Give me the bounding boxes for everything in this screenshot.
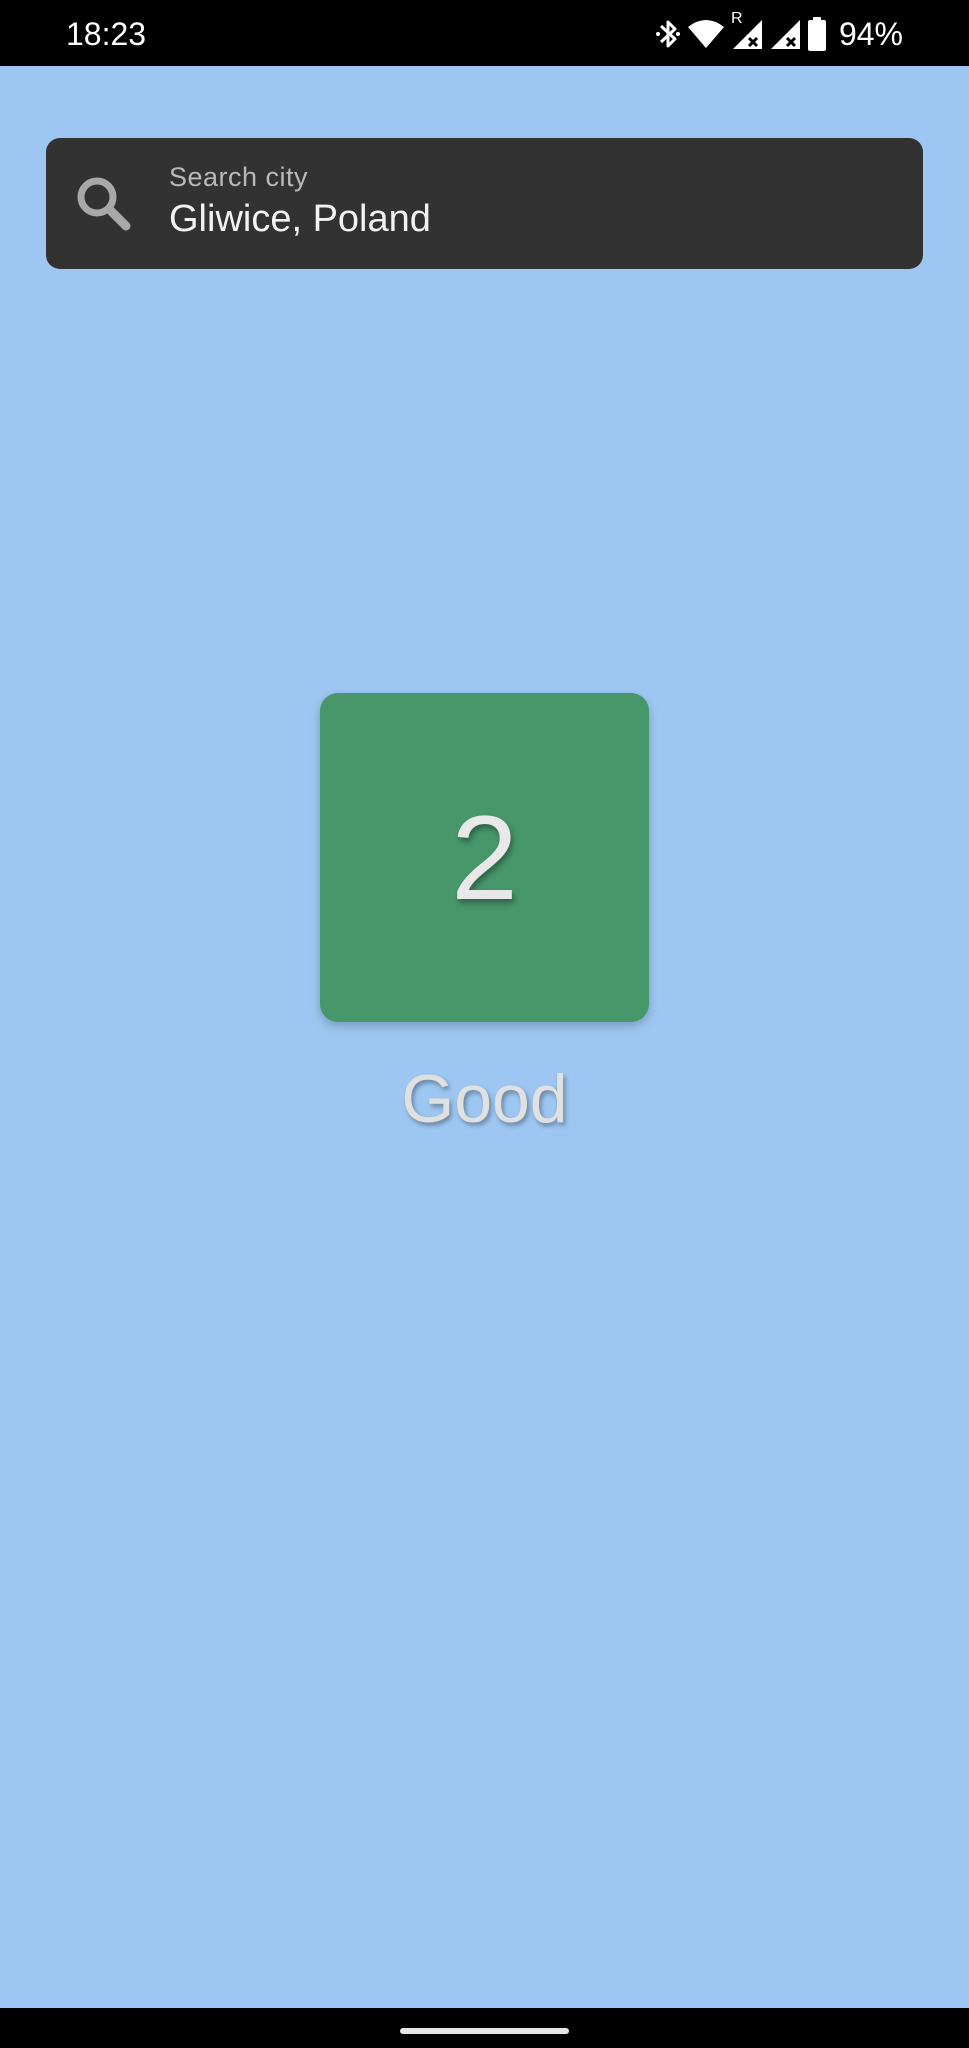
battery-icon (807, 17, 827, 51)
cellular-signal-icon (769, 18, 801, 50)
roaming-indicator: R (730, 10, 743, 27)
bluetooth-icon (655, 17, 681, 51)
status-icons: R 94% (655, 10, 903, 54)
status-time: 18:23 (66, 16, 147, 52)
home-gesture-handle[interactable] (400, 2028, 569, 2034)
search-icon[interactable] (72, 172, 134, 234)
battery-percentage: 94% (838, 16, 903, 52)
status-bar: 18:23 R 94% (0, 0, 969, 66)
aqi-value: 2 (451, 790, 518, 925)
wifi-icon (687, 19, 725, 49)
aqi-label: Good (401, 1061, 568, 1137)
cellular-signal-icon: R (731, 10, 763, 50)
search-input[interactable] (169, 198, 869, 241)
search-label: Search city (169, 162, 309, 192)
aqi-tile: 2 (320, 693, 649, 1022)
